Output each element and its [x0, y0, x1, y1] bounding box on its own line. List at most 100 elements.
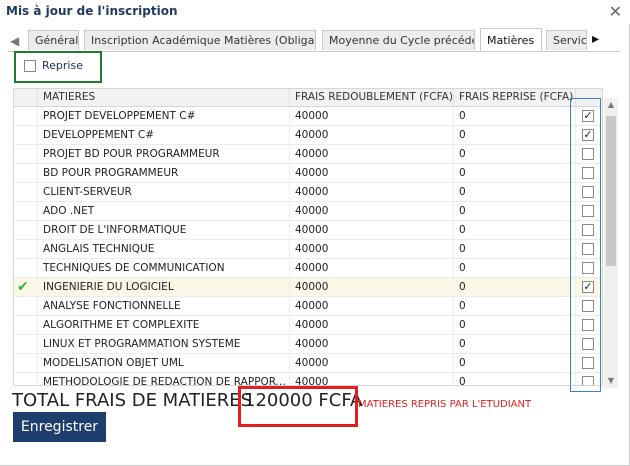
grid-header: MATIERES FRAIS REDOUBLEMENT (FCFA) FRAIS…	[14, 89, 602, 107]
grid-scrollbar[interactable]: ▲ ▼	[604, 98, 618, 388]
row-checkbox[interactable]	[582, 148, 594, 160]
cell-frais-reprise: 0	[454, 278, 576, 296]
scroll-thumb[interactable]	[606, 116, 616, 266]
cell-select	[576, 259, 602, 277]
table-row[interactable]: ✔ INGENIERIE DU LOGICIEL 40000 0 ✓	[14, 278, 602, 297]
row-indicator	[14, 335, 38, 353]
total-highlight-box	[238, 386, 358, 427]
cell-frais-reprise: 0	[454, 259, 576, 277]
cell-matiere: TECHNIQUES DE COMMUNICATION	[38, 259, 290, 277]
row-checkbox[interactable]	[582, 357, 594, 369]
cell-frais-reprise: 0	[454, 316, 576, 334]
cell-matiere: ANALYSE FONCTIONNELLE	[38, 297, 290, 315]
cell-matiere: ADO .NET	[38, 202, 290, 220]
tab-matieres[interactable]: Matières	[480, 28, 542, 52]
cell-frais-redoublement: 40000	[290, 202, 454, 220]
cell-frais-redoublement: 40000	[290, 354, 454, 372]
cell-frais-redoublement: 40000	[290, 164, 454, 182]
cell-matiere: ALGORITHME ET COMPLEXITE	[38, 316, 290, 334]
cell-frais-reprise: 0	[454, 240, 576, 258]
cell-matiere: METHODOLOGIE DE REDACTION DE RAPPORTS…	[38, 373, 290, 385]
header-matieres[interactable]: MATIERES	[38, 89, 290, 106]
tab-moyenne-cycle[interactable]: Moyenne du Cycle précédent	[322, 30, 475, 50]
row-checkbox[interactable]	[582, 167, 594, 179]
title-bar: Mis à jour de l'inscription ✕	[0, 0, 630, 24]
row-checkbox[interactable]: ✓	[582, 129, 594, 141]
row-checkbox[interactable]	[582, 338, 594, 350]
cell-frais-reprise: 0	[454, 107, 576, 125]
table-row[interactable]: PROJET DEVELOPPEMENT C# 40000 0 ✓	[14, 107, 602, 126]
cell-select	[576, 335, 602, 353]
row-indicator	[14, 373, 38, 385]
row-checkbox[interactable]	[582, 376, 594, 385]
row-checkbox[interactable]	[582, 186, 594, 198]
row-indicator	[14, 183, 38, 201]
cell-select	[576, 240, 602, 258]
tab-inscription-academique[interactable]: Inscription Académique Matières (Obligat…	[84, 30, 316, 50]
table-row[interactable]: PROJET BD POUR PROGRAMMEUR 40000 0	[14, 145, 602, 164]
cell-frais-redoublement: 40000	[290, 278, 454, 296]
cell-frais-redoublement: 40000	[290, 145, 454, 163]
cell-matiere: INGENIERIE DU LOGICIEL	[38, 278, 290, 296]
table-row[interactable]: MODELISATION OBJET UML 40000 0	[14, 354, 602, 373]
row-checkbox[interactable]: ✓	[582, 110, 594, 122]
header-frais-redoublement[interactable]: FRAIS REDOUBLEMENT (FCFA)	[290, 89, 454, 106]
row-checkbox[interactable]: ✓	[582, 281, 594, 293]
save-button[interactable]: Enregistrer	[13, 412, 106, 442]
table-row[interactable]: LINUX ET PROGRAMMATION SYSTEME 40000 0	[14, 335, 602, 354]
table-row[interactable]: CLIENT-SERVEUR 40000 0	[14, 183, 602, 202]
tab-service[interactable]: Service	[546, 30, 587, 50]
row-checkbox[interactable]	[582, 262, 594, 274]
scroll-down-icon[interactable]: ▼	[604, 374, 618, 388]
header-frais-reprise[interactable]: FRAIS REPRISE (FCFA)	[454, 89, 576, 106]
cell-select: ✓	[576, 278, 602, 296]
cell-matiere: BD POUR PROGRAMMEUR	[38, 164, 290, 182]
tab-general[interactable]: Général	[28, 30, 79, 50]
cell-select	[576, 202, 602, 220]
close-icon[interactable]: ✕	[609, 2, 622, 21]
table-row[interactable]: METHODOLOGIE DE REDACTION DE RAPPORTS… 40…	[14, 373, 602, 385]
cell-matiere: DROIT DE L'INFORMATIQUE	[38, 221, 290, 239]
table-row[interactable]: ANALYSE FONCTIONNELLE 40000 0	[14, 297, 602, 316]
table-row[interactable]: DROIT DE L'INFORMATIQUE 40000 0	[14, 221, 602, 240]
cell-frais-redoublement: 40000	[290, 221, 454, 239]
cell-select	[576, 354, 602, 372]
table-row[interactable]: ALGORITHME ET COMPLEXITE 40000 0	[14, 316, 602, 335]
cell-frais-redoublement: 40000	[290, 183, 454, 201]
row-indicator	[14, 354, 38, 372]
cell-frais-reprise: 0	[454, 354, 576, 372]
row-indicator	[14, 202, 38, 220]
cell-frais-redoublement: 40000	[290, 240, 454, 258]
reprise-checkbox[interactable]	[24, 60, 36, 72]
table-row[interactable]: ADO .NET 40000 0	[14, 202, 602, 221]
scroll-up-icon[interactable]: ▲	[604, 98, 618, 112]
row-checkbox[interactable]	[582, 319, 594, 331]
row-checkbox[interactable]	[582, 205, 594, 217]
row-indicator	[14, 221, 38, 239]
tab-strip: ◀ Général Inscription Académique Matière…	[0, 28, 630, 52]
table-row[interactable]: TECHNIQUES DE COMMUNICATION 40000 0	[14, 259, 602, 278]
row-indicator	[14, 126, 38, 144]
cell-select	[576, 145, 602, 163]
cell-frais-reprise: 0	[454, 297, 576, 315]
table-row[interactable]: DEVELOPPEMENT C# 40000 0 ✓	[14, 126, 602, 145]
row-indicator	[14, 240, 38, 258]
cell-frais-redoublement: 40000	[290, 107, 454, 125]
cell-frais-reprise: 0	[454, 183, 576, 201]
table-row[interactable]: BD POUR PROGRAMMEUR 40000 0	[14, 164, 602, 183]
row-checkbox[interactable]	[582, 224, 594, 236]
cell-select	[576, 373, 602, 385]
cell-select	[576, 316, 602, 334]
row-checkbox[interactable]	[582, 300, 594, 312]
cell-frais-reprise: 0	[454, 221, 576, 239]
total-label: TOTAL FRAIS DE MATIERES	[12, 390, 253, 411]
chevron-right-icon[interactable]: ▸	[592, 31, 599, 47]
chevron-left-icon[interactable]: ◀	[10, 34, 19, 48]
row-checkbox[interactable]	[582, 243, 594, 255]
header-select[interactable]	[576, 89, 602, 106]
cell-frais-redoublement: 40000	[290, 335, 454, 353]
cell-frais-reprise: 0	[454, 164, 576, 182]
current-row-check-icon: ✔	[14, 278, 38, 296]
row-indicator	[14, 316, 38, 334]
table-row[interactable]: ANGLAIS TECHNIQUE 40000 0	[14, 240, 602, 259]
